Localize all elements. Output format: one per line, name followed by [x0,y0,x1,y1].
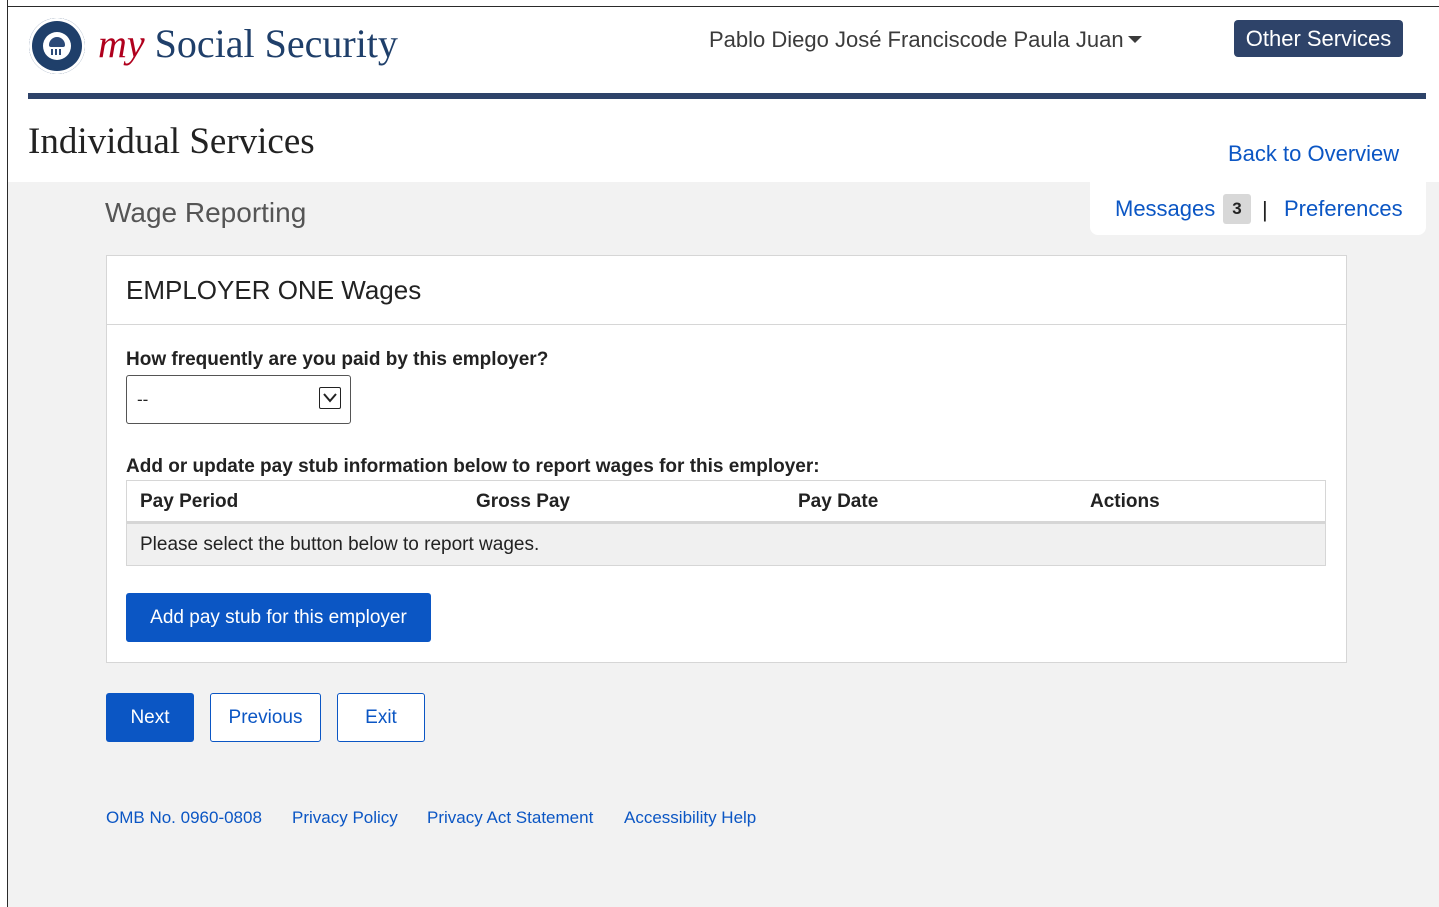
panel-title: EMPLOYER ONE Wages [126,275,422,305]
chevron-down-icon [319,387,341,409]
pay-frequency-label: How frequently are you paid by this empl… [126,349,549,370]
previous-button[interactable]: Previous [210,693,321,742]
header-gross-pay: Gross Pay [476,491,570,512]
preferences-link[interactable]: Preferences [1284,196,1403,222]
other-services-button[interactable]: Other Services [1234,20,1403,57]
window-border-top [7,6,1439,7]
messages-count-badge: 3 [1223,194,1251,224]
privacy-act-link[interactable]: Privacy Act Statement [427,808,593,828]
back-to-overview-link[interactable]: Back to Overview [1228,141,1399,167]
link-separator: | [1262,197,1268,222]
add-pay-stub-button[interactable]: Add pay stub for this employer [126,593,431,642]
brand-my: my [98,21,145,66]
pay-frequency-select[interactable]: -- [126,375,351,424]
pay-stub-table: Pay Period Gross Pay Pay Date Actions Pl… [126,480,1326,566]
empty-table-message: Please select the button below to report… [140,534,540,555]
section-title: Wage Reporting [105,197,307,228]
page-title: Individual Services [28,121,315,162]
pay-stub-instructions: Add or update pay stub information below… [126,456,820,477]
messages-link[interactable]: Messages [1115,196,1215,222]
user-menu[interactable]: Pablo Diego José Franciscode Paula Juan [709,27,1142,53]
header-divider [28,93,1426,99]
exit-button[interactable]: Exit [337,693,425,742]
panel-header: EMPLOYER ONE Wages [107,256,1346,325]
brand-logo-text[interactable]: my Social Security [98,20,398,67]
ssa-seal-icon[interactable] [29,18,85,74]
table-row: Please select the button below to report… [127,524,1325,565]
brand-name: Social Security [154,21,398,66]
pay-frequency-value: -- [137,390,149,409]
next-button[interactable]: Next [106,693,194,742]
employer-wages-panel: EMPLOYER ONE Wages How frequently are yo… [106,255,1347,663]
user-name: Pablo Diego José Franciscode Paula Juan [709,27,1124,52]
caret-down-icon [1127,35,1142,43]
table-header-row: Pay Period Gross Pay Pay Date Actions [127,481,1325,524]
header-pay-date: Pay Date [798,491,879,512]
omb-number: OMB No. 0960-0808 [106,808,262,827]
accessibility-help-link[interactable]: Accessibility Help [624,808,756,828]
privacy-policy-link[interactable]: Privacy Policy [292,808,398,828]
header-pay-period: Pay Period [140,491,239,512]
header-actions: Actions [1090,491,1160,512]
